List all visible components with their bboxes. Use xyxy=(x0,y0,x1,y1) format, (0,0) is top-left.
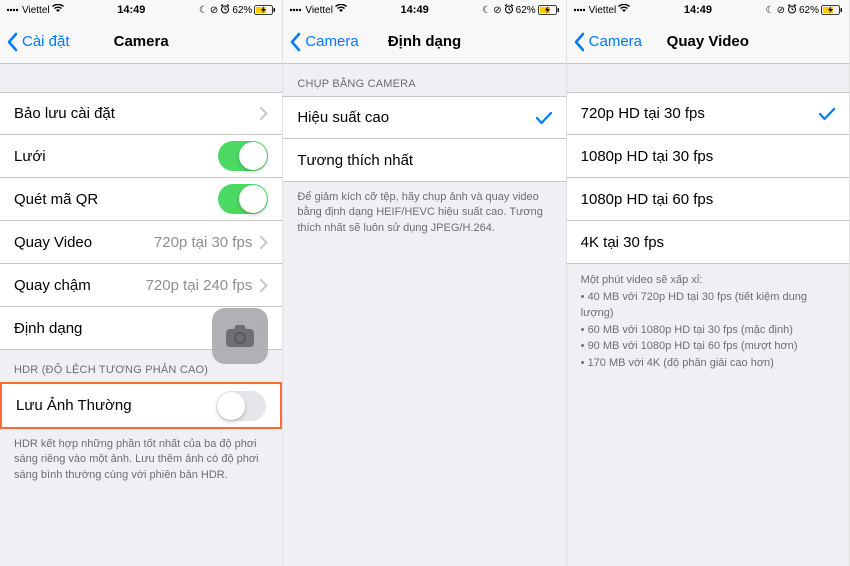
wifi-icon xyxy=(335,4,347,16)
most-compatible-row[interactable]: Tương thích nhất xyxy=(283,139,565,182)
capture-section-header: CHỤP BẰNG CAMERA xyxy=(283,64,565,96)
battery-icon xyxy=(821,5,843,15)
carrier-label: Viettel xyxy=(305,5,333,16)
dnd-icon: ☾ xyxy=(766,5,775,16)
dnd-icon: ☾ xyxy=(199,5,208,16)
footer-title: Một phút video sẽ xấp xỉ: xyxy=(581,272,835,289)
nav-bar: Camera Quay Video xyxy=(567,20,849,64)
back-label: Camera xyxy=(589,33,642,50)
cell-label: Quay Video xyxy=(14,234,92,251)
cell-detail: 720p tại 30 fps xyxy=(154,234,252,251)
lock-icon: ⊘ xyxy=(777,5,785,16)
status-time: 14:49 xyxy=(117,4,145,16)
record-video-content: 720p HD tại 30 fps 1080p HD tại 30 fps 1… xyxy=(567,64,849,566)
cell-label: 4K tại 30 fps xyxy=(581,234,664,251)
chevron-right-icon xyxy=(260,279,268,292)
option-720p-30[interactable]: 720p HD tại 30 fps xyxy=(567,92,849,135)
battery-icon xyxy=(538,5,560,15)
page-title: Quay Video xyxy=(667,33,749,50)
grid-row[interactable]: Lưới xyxy=(0,135,282,178)
footer-bullet: • 60 MB với 1080p HD tại 30 fps (mặc địn… xyxy=(581,322,835,339)
carrier-label: Viettel xyxy=(22,5,50,16)
cell-label: Lưu Ảnh Thường xyxy=(16,397,132,414)
formats-screen: Viettel 14:49 ☾ ⊘ 62% Camera Định dạng C… xyxy=(283,0,566,566)
nav-bar: Cài đặt Camera xyxy=(0,20,282,64)
status-bar: Viettel 14:49 ☾ ⊘ 62% xyxy=(567,0,849,20)
checkmark-icon xyxy=(536,111,552,125)
status-bar: Viettel 14:49 ☾ ⊘ 62% xyxy=(0,0,282,20)
formats-footer: Để giảm kích cỡ tệp, hãy chụp ảnh và qua… xyxy=(283,182,565,248)
footer-bullet: • 170 MB với 4K (độ phân giải cao hơn) xyxy=(581,355,835,372)
preserve-settings-row[interactable]: Bảo lưu cài đặt xyxy=(0,92,282,135)
checkmark-icon xyxy=(819,107,835,121)
chevron-right-icon xyxy=(260,236,268,249)
settings-camera-screen: Viettel 14:49 ☾ ⊘ 62% Cài đặt Camera Bảo… xyxy=(0,0,283,566)
back-label: Cài đặt xyxy=(22,33,70,50)
battery-pct: 62% xyxy=(516,5,536,16)
cell-label: Quét mã QR xyxy=(14,191,98,208)
signal-icon xyxy=(6,5,20,15)
back-label: Camera xyxy=(305,33,358,50)
record-video-screen: Viettel 14:49 ☾ ⊘ 62% Camera Quay Video … xyxy=(567,0,850,566)
alarm-icon xyxy=(504,4,514,17)
cell-label: 1080p HD tại 30 fps xyxy=(581,148,714,165)
back-button[interactable]: Camera xyxy=(567,32,642,52)
footer-bullet: • 40 MB với 720p HD tại 30 fps (tiết kiệ… xyxy=(581,289,835,322)
signal-icon xyxy=(289,5,303,15)
cell-label: Lưới xyxy=(14,148,46,165)
record-video-row[interactable]: Quay Video 720p tại 30 fps xyxy=(0,221,282,264)
cell-label: Tương thích nhất xyxy=(297,152,413,169)
alarm-icon xyxy=(787,4,797,17)
battery-pct: 62% xyxy=(799,5,819,16)
qr-row[interactable]: Quét mã QR xyxy=(0,178,282,221)
option-1080p-60[interactable]: 1080p HD tại 60 fps xyxy=(567,178,849,221)
cell-label: 1080p HD tại 60 fps xyxy=(581,191,714,208)
qr-toggle[interactable] xyxy=(218,184,268,214)
keep-normal-toggle[interactable] xyxy=(216,391,266,421)
slomo-row[interactable]: Quay chậm 720p tại 240 fps xyxy=(0,264,282,307)
lock-icon: ⊘ xyxy=(210,5,218,16)
video-size-footer: Một phút video sẽ xấp xỉ: • 40 MB với 72… xyxy=(567,264,849,383)
page-title: Định dạng xyxy=(388,33,461,50)
keep-normal-photo-row[interactable]: Lưu Ảnh Thường xyxy=(2,384,280,427)
wifi-icon xyxy=(618,4,630,16)
cell-label: Định dạng xyxy=(14,320,82,337)
grid-toggle[interactable] xyxy=(218,141,268,171)
alarm-icon xyxy=(220,4,230,17)
carrier-label: Viettel xyxy=(589,5,617,16)
formats-content: CHỤP BẰNG CAMERA Hiệu suất cao Tương thí… xyxy=(283,64,565,566)
high-efficiency-row[interactable]: Hiệu suất cao xyxy=(283,96,565,139)
camera-app-icon[interactable] xyxy=(212,308,268,364)
cell-label: Bảo lưu cài đặt xyxy=(14,105,115,122)
wifi-icon xyxy=(52,4,64,16)
lock-icon: ⊘ xyxy=(493,5,501,16)
back-button[interactable]: Cài đặt xyxy=(0,32,70,52)
chevron-right-icon xyxy=(260,107,268,120)
cell-detail: 720p tại 240 fps xyxy=(146,277,253,294)
status-time: 14:49 xyxy=(401,4,429,16)
back-button[interactable]: Camera xyxy=(283,32,358,52)
option-1080p-30[interactable]: 1080p HD tại 30 fps xyxy=(567,135,849,178)
hdr-footer: HDR kết hợp những phần tốt nhất của ba đ… xyxy=(0,429,282,495)
signal-icon xyxy=(573,5,587,15)
option-4k-30[interactable]: 4K tại 30 fps xyxy=(567,221,849,264)
cell-label: 720p HD tại 30 fps xyxy=(581,105,705,122)
cell-label: Quay chậm xyxy=(14,277,91,294)
cell-label: Hiệu suất cao xyxy=(297,109,389,126)
status-bar: Viettel 14:49 ☾ ⊘ 62% xyxy=(283,0,565,20)
nav-bar: Camera Định dạng xyxy=(283,20,565,64)
status-time: 14:49 xyxy=(684,4,712,16)
footer-bullet: • 90 MB với 1080p HD tại 60 fps (mượt hơ… xyxy=(581,338,835,355)
page-title: Camera xyxy=(114,33,169,50)
battery-pct: 62% xyxy=(232,5,252,16)
dnd-icon: ☾ xyxy=(482,5,491,16)
battery-icon xyxy=(254,5,276,15)
